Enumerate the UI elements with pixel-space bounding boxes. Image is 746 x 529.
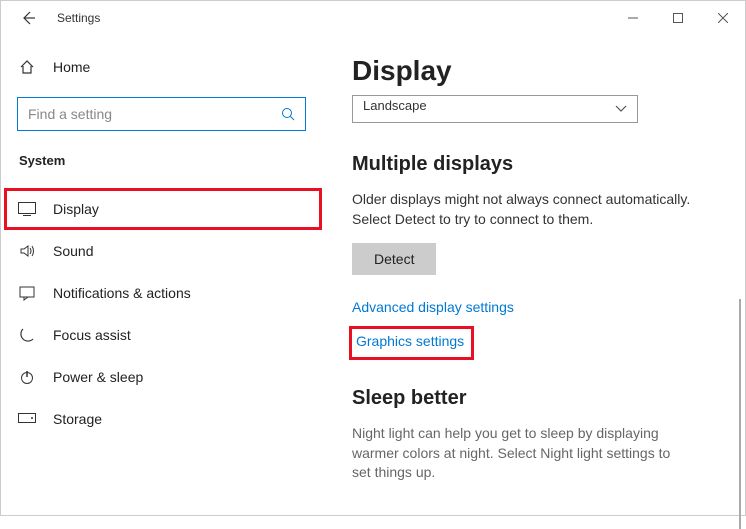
close-button[interactable] [700, 3, 745, 33]
back-button[interactable] [13, 3, 43, 33]
home-icon [17, 59, 37, 75]
app-title: Settings [57, 11, 100, 25]
sidebar-home[interactable]: Home [17, 49, 306, 85]
sidebar-item-display[interactable]: Display [1, 188, 322, 230]
orientation-dropdown[interactable]: Landscape [352, 95, 638, 123]
storage-icon [17, 413, 37, 425]
search-input[interactable] [28, 106, 281, 122]
sidebar-item-notifications[interactable]: Notifications & actions [1, 272, 322, 314]
advanced-display-link[interactable]: Advanced display settings [352, 299, 514, 315]
window-controls [610, 3, 745, 33]
focus-assist-icon [17, 327, 37, 343]
search-box[interactable] [17, 97, 306, 131]
maximize-button[interactable] [655, 3, 700, 33]
sidebar-item-storage[interactable]: Storage [1, 398, 322, 440]
display-icon [17, 202, 37, 216]
sidebar-item-power-sleep[interactable]: Power & sleep [1, 356, 322, 398]
sidebar-nav: Display Sound Notifications & actions Fo… [1, 188, 322, 440]
main-content: Display Landscape Multiple displays Olde… [322, 35, 745, 515]
sound-icon [17, 243, 37, 259]
multiple-displays-body: Older displays might not always connect … [352, 190, 692, 229]
sleep-better-body: Night light can help you get to sleep by… [352, 424, 692, 483]
graphics-settings-link[interactable]: Graphics settings [356, 333, 464, 349]
sidebar-section-label: System [17, 153, 306, 168]
sidebar-item-label: Power & sleep [53, 369, 143, 385]
chevron-down-icon [615, 105, 627, 113]
page-title: Display [352, 55, 745, 87]
sidebar-item-label: Display [53, 201, 99, 217]
sleep-better-heading: Sleep better [352, 387, 745, 410]
multiple-displays-heading: Multiple displays [352, 153, 745, 176]
highlight-annotation [4, 188, 322, 230]
power-icon [17, 369, 37, 385]
sidebar-item-label: Storage [53, 411, 102, 427]
sidebar: Home System Display Sound Notificati [1, 35, 322, 515]
dropdown-value: Landscape [363, 98, 427, 113]
sidebar-item-label: Notifications & actions [53, 285, 191, 301]
scrollbar[interactable] [739, 299, 741, 529]
sidebar-home-label: Home [53, 59, 90, 75]
detect-button[interactable]: Detect [352, 243, 436, 275]
sidebar-item-sound[interactable]: Sound [1, 230, 322, 272]
search-icon [281, 107, 295, 121]
sidebar-item-label: Sound [53, 243, 93, 259]
notifications-icon [17, 285, 37, 301]
sidebar-item-focus-assist[interactable]: Focus assist [1, 314, 322, 356]
sidebar-item-label: Focus assist [53, 327, 131, 343]
minimize-button[interactable] [610, 3, 655, 33]
titlebar: Settings [1, 1, 745, 35]
